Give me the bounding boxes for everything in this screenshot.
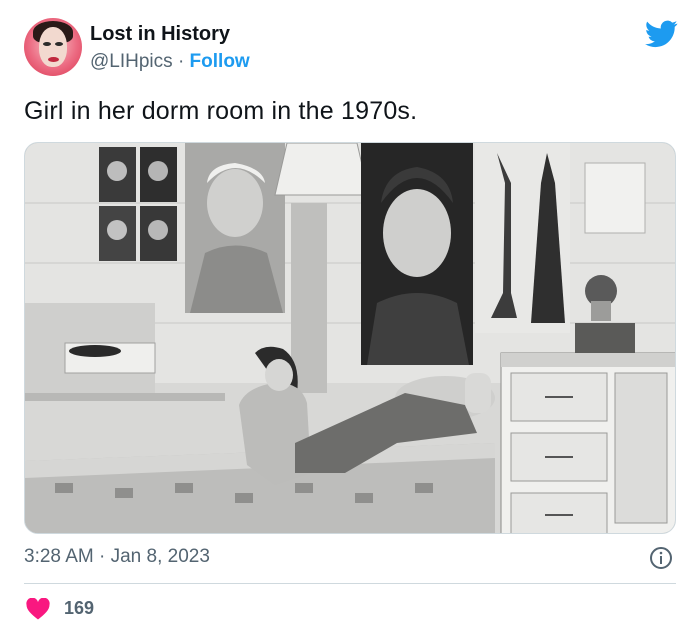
- avatar-eye: [43, 42, 51, 46]
- dorm-room-photo: [25, 143, 675, 533]
- tweet-photo[interactable]: [24, 142, 676, 534]
- avatar-eye: [55, 42, 63, 46]
- author-handle-line: @LIHpics · Follow: [90, 51, 250, 73]
- tweet-timestamp[interactable]: 3:28 AM · Jan 8, 2023: [24, 546, 210, 568]
- heart-icon[interactable]: [26, 598, 50, 620]
- twitter-bird-icon[interactable]: [645, 20, 678, 48]
- avatar-lips: [48, 57, 59, 62]
- author-display-name[interactable]: Lost in History: [90, 23, 230, 46]
- author-handle[interactable]: @LIHpics: [90, 51, 173, 72]
- follow-button[interactable]: Follow: [190, 51, 250, 72]
- tweet-card: Lost in History @LIHpics · Follow Girl i…: [0, 0, 700, 637]
- like-count[interactable]: 169: [64, 598, 94, 619]
- info-icon[interactable]: [649, 546, 673, 570]
- divider: [24, 583, 676, 584]
- handle-separator: ·: [177, 51, 185, 72]
- avatar[interactable]: [24, 18, 82, 76]
- tweet-text: Girl in her dorm room in the 1970s.: [24, 97, 418, 125]
